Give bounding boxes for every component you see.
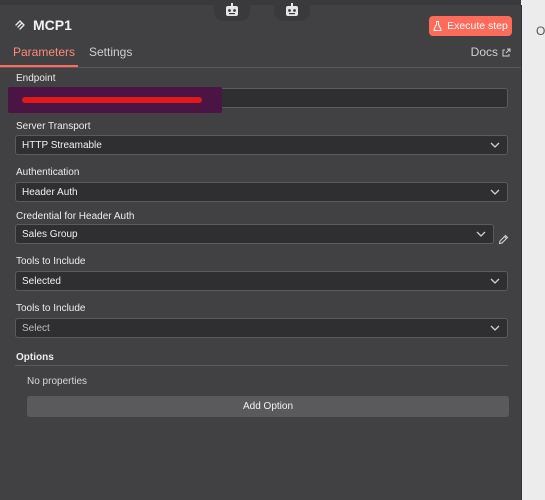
server-transport-select[interactable]: HTTP Streamable [15,135,508,155]
flask-icon [433,21,442,31]
options-label: Options [16,352,54,363]
chevron-down-icon [490,189,500,195]
docs-label: Docs [470,45,498,59]
pencil-icon[interactable] [498,234,509,245]
execute-step-button[interactable]: Execute step [429,16,512,36]
credential-select[interactable]: Sales Group [15,224,494,244]
credential-value: Sales Group [22,228,78,240]
node-header: MCP1 [14,17,72,33]
tab-parameters[interactable]: Parameters [13,45,75,59]
add-option-label: Add Option [242,401,294,412]
external-link-icon [502,48,511,56]
authentication-label: Authentication [16,167,80,178]
execute-step-label: Execute step [447,20,508,32]
options-divider [15,365,508,366]
docs-link[interactable]: Docs [471,45,511,59]
active-tab-indicator [0,65,78,67]
robot-button-left[interactable] [214,0,250,21]
add-option-button[interactable]: Add Option [27,396,509,417]
chevron-down-icon [476,231,486,237]
mcp-icon [15,20,25,30]
authentication-value: Header Auth [22,186,78,198]
authentication-select[interactable]: Header Auth [15,182,508,202]
node-settings-panel: MCP1 Execute step Parameters Settings Do… [0,0,522,500]
server-transport-label: Server Transport [16,121,91,132]
node-title[interactable]: MCP1 [33,17,72,33]
no-properties-text: No properties [27,376,88,387]
tools-include-select[interactable]: Selected [15,271,508,291]
chevron-down-icon [490,325,500,331]
robot-button-right[interactable] [274,0,310,21]
redaction-stroke [22,97,202,103]
server-transport-value: HTTP Streamable [22,139,102,151]
side-letter: O [536,24,545,38]
tools-include-value: Selected [22,275,61,287]
credential-label: Credential for Header Auth [16,211,135,222]
tab-settings[interactable]: Settings [89,45,132,59]
tools-include-multiselect[interactable]: Select [15,318,508,338]
chevron-down-icon [490,278,500,284]
robot-icon [286,3,298,16]
tab-bar: Parameters Settings Docs [0,41,521,68]
robot-icon [226,3,238,16]
endpoint-label: Endpoint [16,73,56,84]
tools-include-list-label: Tools to Include [16,303,86,314]
chevron-down-icon [490,142,500,148]
right-canvas-strip: O [521,0,545,500]
tools-include-label: Tools to Include [16,256,86,267]
tools-include-placeholder: Select [22,322,50,334]
